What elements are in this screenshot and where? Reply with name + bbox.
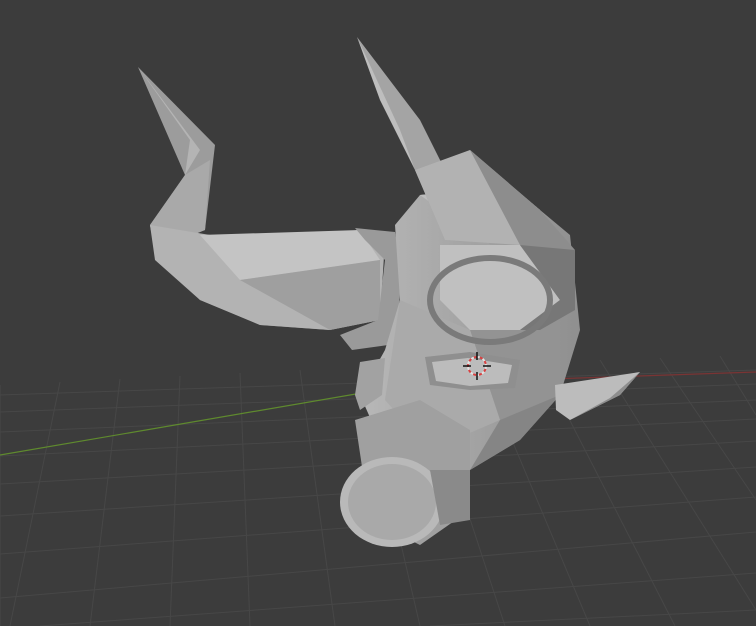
3d-viewport[interactable] — [0, 0, 756, 626]
viewport-canvas[interactable] — [0, 0, 756, 626]
